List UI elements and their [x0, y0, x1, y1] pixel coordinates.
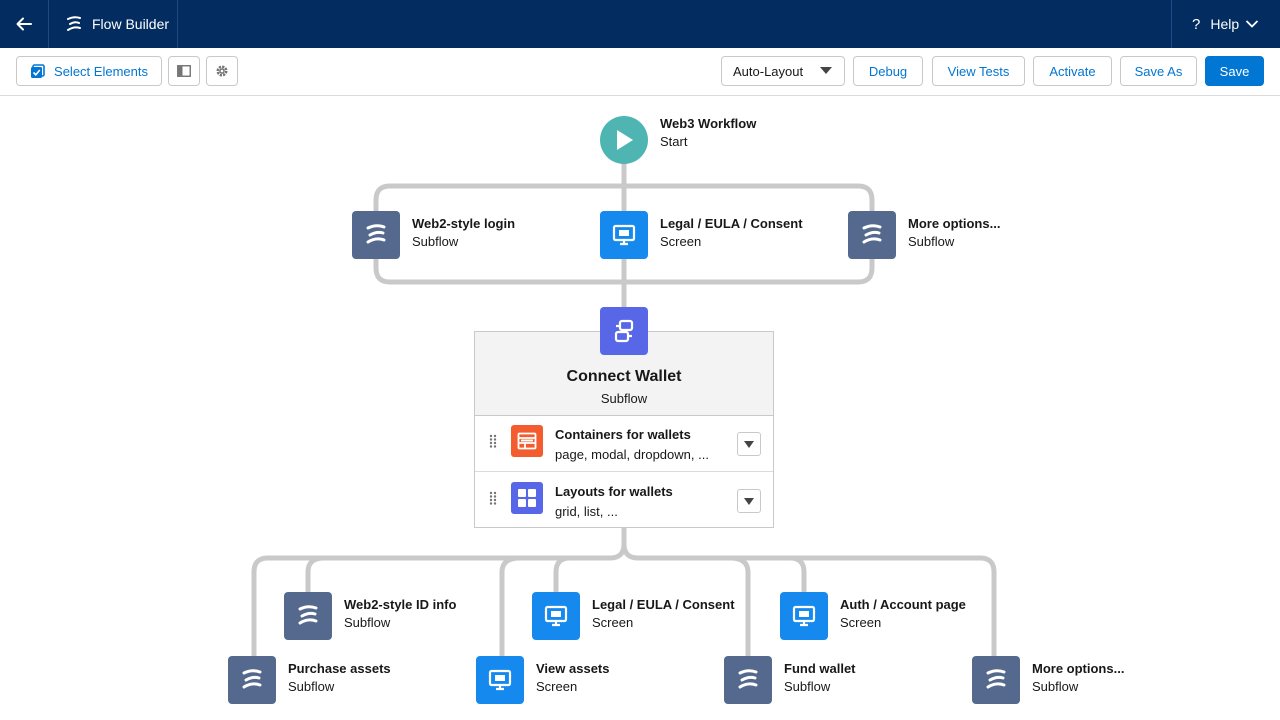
- item-title: Layouts for wallets: [555, 484, 673, 499]
- subflow-tile[interactable]: [352, 211, 400, 259]
- node-title: Web2-style ID info: [344, 597, 457, 612]
- drag-handle-icon[interactable]: [489, 491, 497, 505]
- layout-icon: [511, 425, 543, 457]
- gear-icon: [216, 65, 228, 77]
- subflow-icon: [298, 605, 318, 625]
- back-arrow-icon: [16, 17, 32, 31]
- drag-handle-icon[interactable]: [489, 434, 497, 448]
- item-subtitle: grid, list, ...: [555, 504, 618, 519]
- app-name: Flow Builder: [92, 16, 170, 32]
- item-title: Containers for wallets: [555, 427, 691, 442]
- view-tests-button[interactable]: View Tests: [932, 56, 1025, 86]
- save-as-button[interactable]: Save As: [1120, 56, 1197, 86]
- subflow-icon: [862, 224, 882, 244]
- subflow-tile[interactable]: [284, 592, 332, 640]
- grid-icon: [511, 482, 543, 514]
- screen-icon: [612, 224, 636, 246]
- start-node[interactable]: [600, 116, 648, 164]
- node-type: Subflow: [1032, 679, 1079, 694]
- screen-icon: [792, 605, 816, 627]
- node-title: More options...: [1032, 661, 1125, 676]
- question-icon: ?: [1192, 15, 1201, 33]
- subflow-tile[interactable]: [848, 211, 896, 259]
- screen-tile[interactable]: [476, 656, 524, 704]
- flow-toolbar: Select Elements Auto-Layout Debug View T…: [0, 48, 1280, 96]
- caret-down-icon: [744, 497, 754, 505]
- node-type: Screen: [840, 615, 882, 630]
- subflow-icon: [366, 224, 386, 244]
- item-menu-button[interactable]: [737, 489, 761, 513]
- node-title: Purchase assets: [288, 661, 391, 676]
- subflow-tile[interactable]: [724, 656, 772, 704]
- node-type: Subflow: [784, 679, 831, 694]
- wallet-item-containers[interactable]: Containers for wallets page, modal, drop…: [475, 415, 773, 471]
- subflow-tile[interactable]: [228, 656, 276, 704]
- node-type: Screen: [660, 234, 702, 249]
- caret-down-icon: [820, 67, 832, 74]
- connect-wallet-card[interactable]: Connect Wallet Subflow Containers for wa…: [474, 331, 774, 528]
- subflow-icon: [986, 669, 1006, 689]
- checkbox-select-icon: [31, 63, 45, 78]
- layout-mode-select[interactable]: Auto-Layout: [721, 56, 845, 86]
- chevron-down-icon: [1246, 20, 1259, 28]
- card-title: Connect Wallet: [566, 368, 682, 385]
- item-subtitle: page, modal, dropdown, ...: [555, 447, 709, 462]
- back-button[interactable]: [0, 0, 49, 48]
- screen-tile[interactable]: [780, 592, 828, 640]
- card-subtitle: Subflow: [600, 391, 648, 406]
- connect-wallet-tile[interactable]: [600, 307, 648, 355]
- node-title: View assets: [536, 661, 610, 676]
- node-type: Subflow: [344, 615, 391, 630]
- flow-logo-icon: [67, 16, 81, 31]
- wallet-item-layouts[interactable]: Layouts for wallets grid, list, ...: [475, 471, 773, 528]
- screen-tile[interactable]: [600, 211, 648, 259]
- node-title: Auth / Account page: [840, 597, 966, 612]
- play-icon: [617, 130, 633, 150]
- subflow-icon: [242, 669, 262, 689]
- flow-canvas[interactable]: Web3 Workflow Start Web2-style login Sub…: [0, 96, 1280, 720]
- node-title: Web2-style login: [412, 216, 516, 231]
- node-type: Subflow: [412, 234, 459, 249]
- subflow-icon: [738, 669, 758, 689]
- screen-icon: [544, 605, 568, 627]
- caret-down-icon: [744, 440, 754, 448]
- app-title: Flow Builder: [49, 0, 178, 48]
- flow-name: Web3 Workflow: [660, 116, 757, 131]
- global-header: Flow Builder ? Help: [0, 0, 1280, 48]
- node-title: Legal / EULA / Consent: [660, 216, 803, 231]
- node-title: Fund wallet: [784, 661, 856, 676]
- toggle-panel-button[interactable]: [168, 56, 200, 86]
- select-elements-label: Select Elements: [54, 63, 148, 79]
- start-subtitle: Start: [660, 134, 688, 149]
- node-type: Screen: [592, 615, 634, 630]
- screen-icon: [488, 669, 512, 691]
- select-elements-button[interactable]: Select Elements: [16, 56, 162, 86]
- node-title: More options...: [908, 216, 1001, 231]
- node-type: Screen: [536, 679, 578, 694]
- node-title: Legal / EULA / Consent: [592, 597, 735, 612]
- item-menu-button[interactable]: [737, 432, 761, 456]
- help-label: Help: [1210, 16, 1240, 32]
- debug-button[interactable]: Debug: [853, 56, 923, 86]
- settings-button[interactable]: [206, 56, 238, 86]
- panel-icon: [177, 65, 191, 77]
- screen-tile[interactable]: [532, 592, 580, 640]
- activate-button[interactable]: Activate: [1033, 56, 1112, 86]
- help-menu-button[interactable]: ? Help: [1171, 0, 1280, 48]
- save-button[interactable]: Save: [1205, 56, 1264, 86]
- layout-mode-value: Auto-Layout: [733, 63, 804, 79]
- orchestration-icon: [614, 319, 634, 343]
- subflow-tile[interactable]: [972, 656, 1020, 704]
- node-type: Subflow: [288, 679, 335, 694]
- node-type: Subflow: [908, 234, 955, 249]
